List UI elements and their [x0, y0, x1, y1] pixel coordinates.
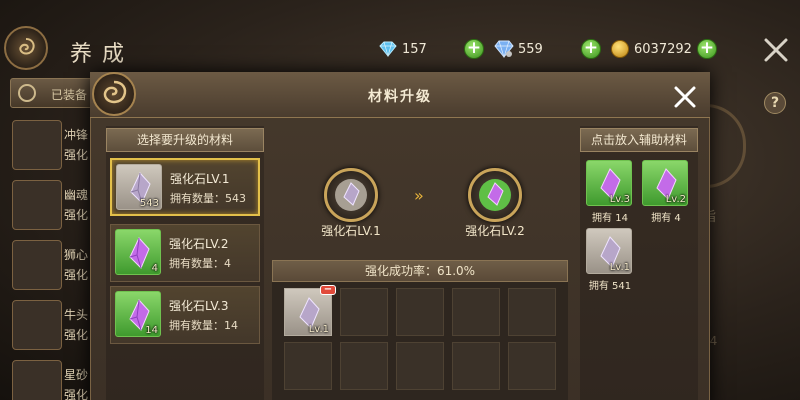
remove-material-button[interactable]: −: [320, 285, 336, 295]
crystal-icon: [129, 237, 150, 269]
equipment-thumbnail: [12, 360, 62, 400]
material-thumbnail: 4: [115, 229, 161, 275]
equipment-thumbnail: [12, 240, 62, 290]
slot-filled[interactable]: Lv.1: [284, 288, 332, 336]
list-item[interactable]: 牛头 强化: [12, 300, 94, 350]
material-name: 强化石LV.1: [170, 172, 230, 186]
slot-empty[interactable]: [340, 288, 388, 336]
dialog-emblem-icon: [92, 72, 136, 116]
aux-material-lv3[interactable]: Lv.3: [586, 160, 632, 206]
material-name: 强化石LV.2: [169, 237, 229, 251]
equipment-thumbnail: [12, 180, 62, 230]
material-thumbnail: 14: [115, 291, 161, 337]
gold-coin-icon: [610, 39, 630, 59]
material-name: 强化石LV.3: [169, 299, 229, 313]
slot-empty[interactable]: [396, 342, 444, 390]
equipment-thumbnail: [12, 120, 62, 170]
equipped-tab-icon: [18, 84, 36, 102]
add-gem-button[interactable]: +: [581, 39, 601, 59]
gem-count: 559: [518, 41, 543, 57]
aux-material-count: 拥有 4: [651, 213, 681, 224]
source-material-medal: [324, 168, 378, 222]
target-material-label: 强化石LV.2: [465, 224, 525, 238]
aux-material-lv2[interactable]: Lv.2: [642, 160, 688, 206]
equipment-thumbnail: [12, 300, 62, 350]
material-thumbnail: 543: [116, 164, 162, 210]
upgrade-arrow-icon: »: [414, 186, 424, 205]
app-logo: [4, 26, 48, 70]
slot-empty[interactable]: [508, 288, 556, 336]
list-item[interactable]: 冲锋 强化: [12, 120, 94, 170]
material-slot-grid: Lv.1: [272, 282, 568, 400]
success-rate-bar: 强化成功率：61.0%: [272, 260, 568, 282]
add-diamond-button[interactable]: +: [464, 39, 484, 59]
material-item-lv3[interactable]: 14 强化石LV.3 拥有数量：14: [110, 286, 260, 344]
list-item[interactable]: 狮心 强化: [12, 240, 94, 290]
material-count: 拥有数量：4: [169, 257, 231, 270]
crystal-icon: [343, 182, 360, 206]
slot-empty[interactable]: [396, 288, 444, 336]
crystal-icon: [487, 182, 504, 206]
slot-empty[interactable]: [508, 342, 556, 390]
material-count: 拥有数量：543: [170, 192, 246, 205]
list-item[interactable]: 幽魂 强化: [12, 180, 94, 230]
slot-empty[interactable]: [284, 342, 332, 390]
list-item[interactable]: 星砂 强化: [12, 360, 94, 400]
diamond-resource: 157: [378, 38, 448, 60]
slot-empty[interactable]: [452, 288, 500, 336]
target-material-medal: [468, 168, 522, 222]
help-button[interactable]: ?: [764, 92, 786, 114]
material-item-lv2[interactable]: 4 强化石LV.2 拥有数量：4: [110, 224, 260, 282]
source-material-label: 强化石LV.1: [321, 224, 381, 238]
close-icon[interactable]: [760, 34, 792, 66]
dialog-title: 材料升级: [368, 89, 432, 105]
aux-material-lv1[interactable]: Lv.1: [586, 228, 632, 274]
dialog-close-icon[interactable]: [670, 82, 700, 112]
aux-material-header: 点击放入辅助材料: [580, 128, 698, 152]
aux-material-count: 拥有 541: [588, 281, 632, 292]
gold-count: 6037292: [634, 41, 692, 57]
aux-material-count: 拥有 14: [592, 213, 628, 224]
material-select-header: 选择要升级的材料: [106, 128, 264, 152]
diamond-icon: [378, 39, 398, 59]
diamond-count: 157: [402, 41, 427, 57]
material-count: 拥有数量：14: [169, 319, 238, 332]
material-item-lv1[interactable]: 543 强化石LV.1 拥有数量：543: [110, 158, 260, 216]
gold-resource: 6037292: [610, 38, 692, 60]
gem-icon: [494, 39, 514, 59]
gem-resource: 559: [494, 38, 564, 60]
slot-empty[interactable]: [452, 342, 500, 390]
page-title: 养成: [70, 42, 135, 67]
add-gold-button[interactable]: +: [697, 39, 717, 59]
slot-empty[interactable]: [340, 342, 388, 390]
